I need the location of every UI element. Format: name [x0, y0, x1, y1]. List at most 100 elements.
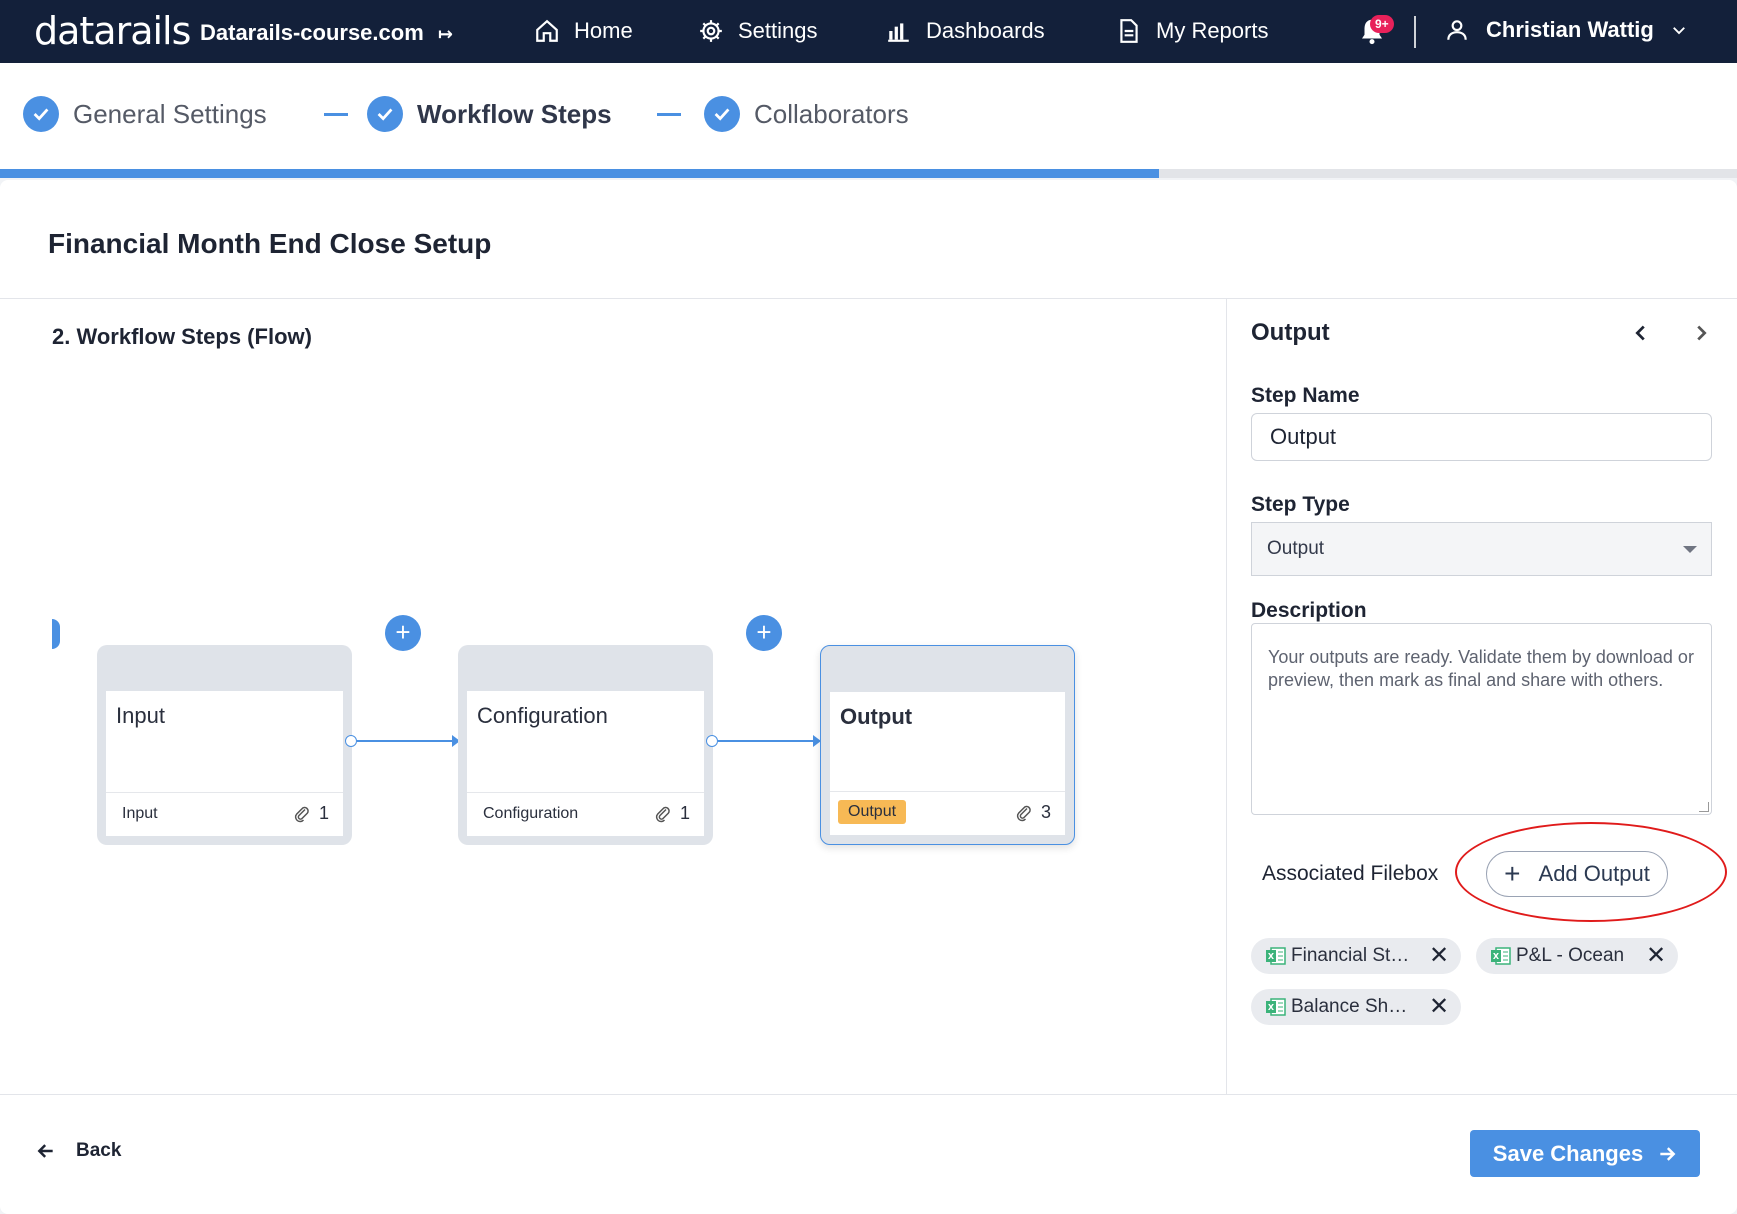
- file-chip-name: Financial Statements: [1291, 945, 1411, 966]
- stepper-step-label: Workflow Steps: [417, 98, 612, 129]
- flow-node-title: Input: [116, 703, 165, 728]
- nav-settings-label: Settings: [738, 18, 818, 43]
- flow-node-configuration[interactable]: Configuration Configuration 1: [458, 645, 713, 845]
- top-nav-bar: datarails Datarails-course.com ↦ Home Se…: [0, 0, 1737, 63]
- flow-node-body: Input Input 1: [106, 691, 343, 836]
- previous-step-button[interactable]: [1630, 320, 1652, 351]
- step-name-label: Step Name: [1251, 384, 1360, 407]
- stepper-step-collaborators[interactable]: Collaborators: [704, 96, 909, 132]
- arrow-left-icon: [37, 1144, 53, 1158]
- nav-settings[interactable]: Settings: [698, 18, 818, 44]
- document-icon: [1120, 19, 1138, 43]
- notification-badge: 9+: [1370, 15, 1394, 33]
- close-icon[interactable]: ✕: [1646, 944, 1666, 968]
- save-changes-button[interactable]: Save Changes: [1470, 1130, 1700, 1177]
- stepper-connector: [657, 113, 681, 116]
- divider: [0, 1094, 1737, 1095]
- chevron-right-icon: [1697, 325, 1707, 341]
- add-step-button[interactable]: +: [746, 615, 782, 651]
- flow-node-type-tag: Output: [838, 800, 907, 824]
- setup-card: Financial Month End Close Setup 2. Workf…: [0, 180, 1737, 1214]
- nav-home[interactable]: Home: [534, 18, 633, 44]
- flow-start-handle[interactable]: [52, 619, 60, 649]
- flow-node-input[interactable]: Input Input 1: [97, 645, 352, 845]
- gear-icon: [700, 20, 722, 42]
- next-step-button[interactable]: [1690, 320, 1712, 351]
- svg-text:X: X: [1493, 952, 1500, 961]
- page-title: Financial Month End Close Setup: [48, 228, 492, 259]
- description-textarea[interactable]: Your outputs are ready. Validate them by…: [1251, 623, 1712, 815]
- stepper-step-label: Collaborators: [754, 98, 909, 129]
- resize-handle-icon[interactable]: [1699, 802, 1709, 812]
- setup-stepper: General Settings Workflow Steps Collabor…: [0, 63, 1737, 169]
- domain-link[interactable]: Datarails-course.com ↦: [200, 20, 453, 46]
- chevron-left-icon: [1635, 325, 1645, 341]
- svg-text:X: X: [1268, 952, 1275, 961]
- file-chip[interactable]: X Financial Statements ✕: [1251, 938, 1462, 974]
- user-name: Christian Wattig: [1486, 17, 1654, 42]
- flow-node-title: Output: [840, 704, 913, 729]
- flow-node-output[interactable]: Output Output 3: [820, 645, 1075, 845]
- paperclip-icon: [655, 806, 670, 822]
- nav-home-label: Home: [574, 18, 633, 43]
- check-circle-icon: [23, 96, 59, 132]
- flow-connector: [357, 740, 452, 742]
- file-chip[interactable]: X Balance Sheet ✕: [1251, 989, 1462, 1025]
- attachment-count-value: 1: [679, 803, 690, 823]
- user-icon: [1447, 20, 1467, 40]
- connector-handle[interactable]: [345, 735, 357, 747]
- flow-node-title: Configuration: [477, 703, 608, 728]
- description-label: Description: [1251, 599, 1367, 622]
- attachment-count-value: 3: [1040, 802, 1051, 822]
- check-circle-icon: [704, 96, 740, 132]
- close-icon[interactable]: ✕: [1429, 944, 1449, 968]
- arrow-right-icon: [1660, 1146, 1676, 1161]
- attachment-count-value: 1: [318, 803, 329, 823]
- paperclip-icon: [294, 806, 309, 822]
- highlight-callout-circle: [1455, 822, 1727, 922]
- file-chip-name: Balance Sheet: [1291, 996, 1411, 1017]
- paperclip-icon: [1016, 805, 1031, 821]
- file-chip[interactable]: X P&L - Ocean ✕: [1476, 938, 1679, 974]
- panel-title: Output: [1251, 319, 1330, 346]
- step-type-select[interactable]: Output: [1251, 522, 1712, 576]
- excel-file-icon: X: [1491, 947, 1511, 965]
- check-circle-icon: [367, 96, 403, 132]
- excel-file-icon: X: [1266, 998, 1286, 1016]
- excel-file-icon: X: [1266, 947, 1286, 965]
- nav-my-reports-label: My Reports: [1156, 18, 1269, 43]
- home-icon: [536, 19, 558, 42]
- nav-my-reports[interactable]: My Reports: [1116, 18, 1268, 44]
- nav-dashboards[interactable]: Dashboards: [886, 18, 1045, 44]
- back-label: Back: [76, 1140, 122, 1161]
- connector-handle[interactable]: [706, 735, 718, 747]
- attachment-count: 1: [293, 803, 329, 824]
- stepper-step-general-settings[interactable]: General Settings: [23, 96, 267, 132]
- close-icon[interactable]: ✕: [1429, 995, 1449, 1019]
- user-menu[interactable]: Christian Wattig: [1444, 17, 1688, 43]
- setup-progress-fill: [0, 169, 1159, 178]
- flow-node-body: Configuration Configuration 1: [467, 691, 704, 836]
- stepper-connector: [324, 113, 348, 116]
- attachment-count: 3: [1015, 802, 1051, 823]
- caret-down-icon: [1683, 546, 1697, 553]
- divider: [0, 298, 1737, 299]
- nav-divider: [1414, 16, 1416, 48]
- logout-icon[interactable]: ↦: [438, 24, 453, 45]
- chevron-down-icon: [1672, 27, 1685, 35]
- flow-node-type: Configuration: [483, 805, 579, 822]
- back-button[interactable]: Back: [36, 1140, 121, 1162]
- flow-node-footer: Output 3: [830, 791, 1065, 835]
- flow-node-body: Output Output 3: [830, 692, 1065, 835]
- stepper-step-workflow-steps[interactable]: Workflow Steps: [367, 96, 612, 132]
- datarails-logo[interactable]: datarails: [34, 9, 191, 53]
- setup-progress-bar: [0, 169, 1737, 178]
- file-chip-name: P&L - Ocean: [1516, 945, 1625, 966]
- add-step-button[interactable]: +: [385, 615, 421, 651]
- domain-label: Datarails-course.com: [200, 20, 424, 45]
- stepper-step-label: General Settings: [73, 98, 267, 129]
- step-name-input[interactable]: Output: [1251, 413, 1712, 461]
- attachment-count: 1: [654, 803, 690, 824]
- flow-connector: [718, 740, 813, 742]
- section-title: 2. Workflow Steps (Flow): [52, 324, 312, 349]
